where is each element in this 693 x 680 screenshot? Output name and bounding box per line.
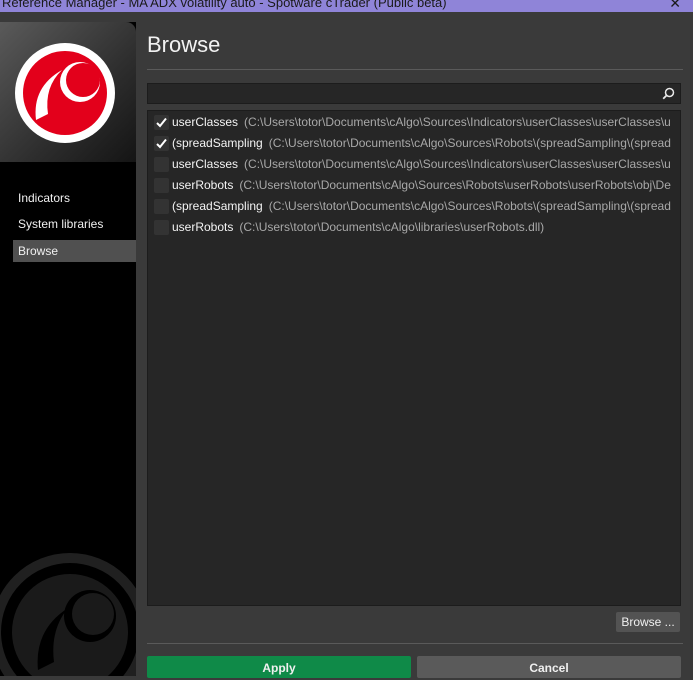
list-item[interactable]: userClasses (C:\Users\totor\Documents\cAl… — [148, 154, 680, 175]
reference-entry: userClasses (C:\Users\totor\Documents\cAl… — [172, 157, 671, 171]
close-icon[interactable]: ✕ — [669, 0, 681, 12]
reference-checkbox[interactable] — [154, 115, 169, 130]
title-divider — [147, 69, 683, 70]
reference-path: (C:\Users\totor\Documents\cAlgo\Sources\… — [268, 199, 671, 213]
page-title: Browse — [147, 32, 221, 57]
reference-list: userClasses (C:\Users\totor\Documents\cAl… — [147, 110, 681, 606]
reference-name: (spreadSampling — [172, 136, 263, 150]
reference-name: (spreadSampling — [172, 199, 263, 213]
checkmark-icon — [156, 117, 167, 128]
reference-path: (C:\Users\totor\Documents\cAlgo\Sources\… — [244, 115, 671, 129]
reference-path: (C:\Users\totor\Documents\cAlgo\Sources\… — [268, 136, 671, 150]
reference-name: userRobots — [172, 220, 234, 234]
search-icon[interactable] — [662, 87, 675, 100]
checkmark-icon — [156, 138, 167, 149]
reference-checkbox[interactable] — [154, 136, 169, 151]
search-box[interactable] — [147, 83, 681, 104]
reference-name: userClasses — [172, 115, 239, 129]
list-item[interactable]: userClasses (C:\Users\totor\Documents\cAl… — [148, 112, 680, 133]
reference-name: userRobots — [172, 178, 234, 192]
footer-divider — [147, 643, 683, 644]
search-input[interactable] — [148, 84, 666, 103]
list-item[interactable]: userRobots (C:\Users\totor\Documents\cAlg… — [148, 217, 680, 238]
reference-checkbox[interactable] — [154, 157, 169, 172]
reference-name: userClasses — [172, 157, 239, 171]
reference-entry: userRobots (C:\Users\totor\Documents\cAlg… — [172, 220, 544, 234]
list-item[interactable]: (spreadSampling (C:\Users\totor\Documents… — [148, 133, 680, 154]
sidebar-item-browse[interactable]: Browse — [13, 240, 136, 262]
ctrader-watermark-icon — [0, 553, 136, 676]
sidebar-item-system-libraries[interactable]: System libraries — [13, 213, 136, 235]
reference-checkbox[interactable] — [154, 199, 169, 214]
reference-checkbox[interactable] — [154, 220, 169, 235]
window-title: Reference Manager - MA ADX volatility au… — [2, 0, 447, 10]
reference-entry: (spreadSampling (C:\Users\totor\Documents… — [172, 199, 671, 213]
cancel-button[interactable]: Cancel — [417, 656, 681, 678]
reference-checkbox[interactable] — [154, 178, 169, 193]
sidebar-item-indicators[interactable]: Indicators — [13, 187, 136, 209]
list-item[interactable]: (spreadSampling (C:\Users\totor\Documents… — [148, 196, 680, 217]
list-item[interactable]: userRobots (C:\Users\totor\Documents\cAlg… — [148, 175, 680, 196]
main-panel: Browse userClasses (C:\Users\totor\Docume… — [136, 22, 693, 678]
title-bar: Reference Manager - MA ADX volatility au… — [0, 0, 693, 12]
ctrader-logo-icon — [15, 43, 115, 143]
reference-path: (C:\Users\totor\Documents\cAlgo\librarie… — [239, 220, 545, 234]
sidebar: Indicators System libraries Browse — [0, 22, 136, 676]
reference-entry: userClasses (C:\Users\totor\Documents\cAl… — [172, 115, 671, 129]
reference-path: (C:\Users\totor\Documents\cAlgo\Sources\… — [244, 157, 671, 171]
apply-button[interactable]: Apply — [147, 656, 411, 678]
reference-path: (C:\Users\totor\Documents\cAlgo\Sources\… — [239, 178, 671, 192]
reference-entry: (spreadSampling (C:\Users\totor\Documents… — [172, 136, 671, 150]
browse-button[interactable]: Browse ... — [616, 612, 680, 632]
reference-entry: userRobots (C:\Users\totor\Documents\cAlg… — [172, 178, 671, 192]
ctrader-logo — [0, 22, 136, 162]
